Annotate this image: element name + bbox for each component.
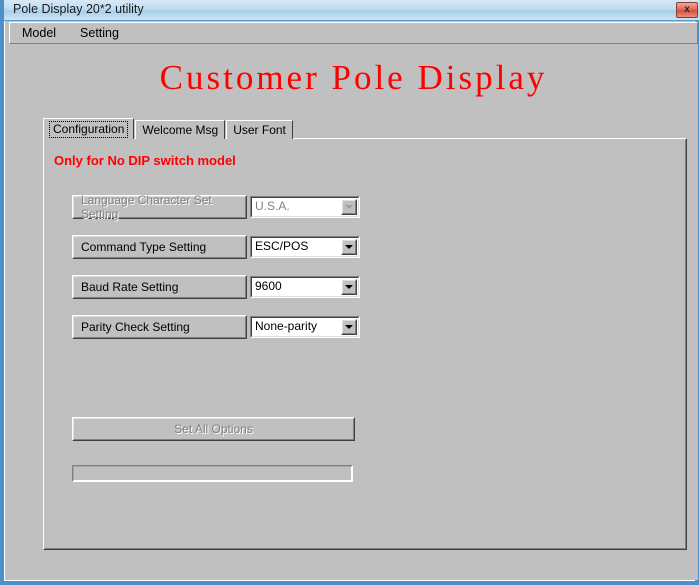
- tab-user-font-label: User Font: [233, 123, 286, 137]
- language-character-set-setting-button[interactable]: Language Character Set Setting: [72, 193, 247, 221]
- language-character-set-combo[interactable]: U.S.A.: [250, 196, 360, 218]
- baud-rate-combo-dropdown-button[interactable]: [341, 279, 357, 295]
- tab-welcome-msg-label: Welcome Msg: [142, 123, 219, 137]
- tab-configuration[interactable]: Configuration: [43, 118, 135, 139]
- language-character-set-setting-label: Language Character Set Setting: [81, 193, 212, 221]
- title-bar[interactable]: Pole Display 20*2 utility x: [4, 0, 699, 21]
- tab-strip: Configuration Welcome Msg User Font: [43, 118, 294, 139]
- menu-item-setting[interactable]: Setting: [68, 24, 131, 43]
- client-area: Customer Pole Display Configuration Welc…: [9, 44, 698, 580]
- tab-configuration-label: Configuration: [49, 120, 129, 138]
- command-type-setting-button[interactable]: Command Type Setting: [72, 235, 247, 259]
- progress-bar-bevel: [73, 466, 352, 481]
- setting-row-language: Language Character Set Setting U.S.A.: [44, 193, 688, 221]
- close-button[interactable]: x: [676, 2, 698, 18]
- set-all-options-label: Set All Options: [174, 422, 253, 436]
- setting-row-baud-rate: Baud Rate Setting 9600: [44, 275, 688, 299]
- setting-row-command-type: Command Type Setting ESC/POS: [44, 235, 688, 259]
- parity-check-combo-value: None-parity: [255, 319, 318, 333]
- command-type-setting-label: Command Type Setting: [81, 240, 207, 254]
- tab-user-font[interactable]: User Font: [226, 120, 293, 139]
- language-combo-dropdown-button[interactable]: [341, 199, 357, 215]
- parity-check-combo[interactable]: None-parity: [250, 316, 360, 338]
- chevron-down-icon: [345, 245, 353, 249]
- close-icon: x: [684, 4, 690, 15]
- command-type-combo-value: ESC/POS: [255, 239, 309, 253]
- tab-panel-configuration: Only for No DIP switch model Language Ch…: [43, 138, 687, 550]
- command-type-combo-dropdown-button[interactable]: [341, 239, 357, 255]
- dip-switch-warning: Only for No DIP switch model: [54, 153, 236, 168]
- set-all-options-button[interactable]: Set All Options: [72, 417, 355, 441]
- menu-item-model[interactable]: Model: [10, 24, 68, 43]
- language-combo-value: U.S.A.: [255, 199, 290, 213]
- chevron-down-icon: [345, 285, 353, 289]
- tab-welcome-msg[interactable]: Welcome Msg: [135, 120, 226, 139]
- parity-check-combo-dropdown-button[interactable]: [341, 319, 357, 335]
- chevron-down-icon: [345, 205, 353, 209]
- baud-rate-combo[interactable]: 9600: [250, 276, 360, 298]
- parity-check-setting-label: Parity Check Setting: [81, 320, 190, 334]
- menu-bar: Model Setting: [9, 22, 698, 44]
- page-title: Customer Pole Display: [159, 58, 548, 97]
- setting-row-parity-check: Parity Check Setting None-parity: [44, 315, 688, 339]
- baud-rate-setting-label: Baud Rate Setting: [81, 280, 179, 294]
- parity-check-setting-button[interactable]: Parity Check Setting: [72, 315, 247, 339]
- command-type-combo[interactable]: ESC/POS: [250, 236, 360, 258]
- chevron-down-icon: [345, 325, 353, 329]
- application-window: Pole Display 20*2 utility x Model Settin…: [0, 0, 699, 585]
- baud-rate-setting-button[interactable]: Baud Rate Setting: [72, 275, 247, 299]
- window-title: Pole Display 20*2 utility: [13, 2, 144, 16]
- progress-bar: [72, 465, 353, 482]
- baud-rate-combo-value: 9600: [255, 279, 282, 293]
